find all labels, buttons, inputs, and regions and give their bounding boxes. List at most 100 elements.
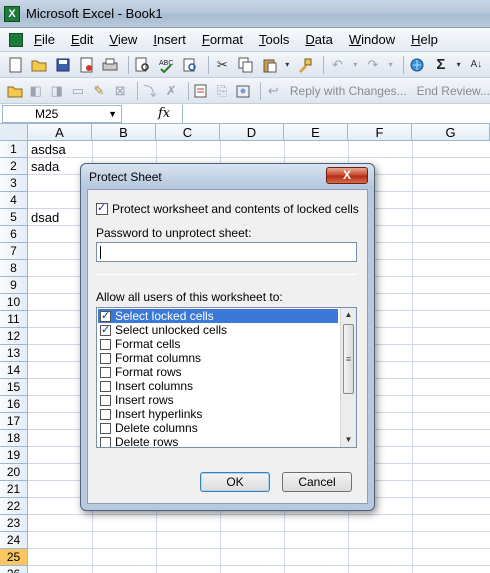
column-header-d[interactable]: D [220,124,284,141]
row-header-19[interactable]: 19 [0,447,28,464]
cancel-button[interactable]: Cancel [282,472,352,492]
track-changes-icon[interactable]: ⤵ [142,81,159,101]
permission-item[interactable]: Select locked cells [98,309,338,323]
shared-workbook-icon[interactable] [235,81,252,101]
send-icon[interactable]: ⎘ [214,81,231,101]
reply-changes-icon[interactable]: ↩ [265,81,282,101]
row-header-17[interactable]: 17 [0,413,28,430]
row-header-13[interactable]: 13 [0,345,28,362]
reply-with-changes-button[interactable]: Reply with Changes... [290,84,407,98]
row-header-22[interactable]: 22 [0,498,28,515]
row-header-24[interactable]: 24 [0,532,28,549]
formula-input[interactable] [182,104,490,123]
hyperlink-icon[interactable] [408,55,428,75]
dialog-title-bar[interactable]: Protect Sheet X [81,164,374,188]
checkbox-checked-icon[interactable] [96,201,108,215]
paste-dropdown-icon[interactable]: ▾ [283,55,291,75]
format-painter-icon[interactable] [295,55,315,75]
print-icon[interactable] [100,55,120,75]
sort-ascending-icon[interactable]: A↓ [467,55,487,75]
menu-insert[interactable]: Insert [145,29,194,51]
permission-icon[interactable] [77,55,97,75]
row-header-10[interactable]: 10 [0,294,28,311]
row-header-15[interactable]: 15 [0,379,28,396]
checkbox-checked-icon[interactable] [100,323,111,337]
open-icon[interactable] [30,55,50,75]
redo-dropdown-icon[interactable]: ▾ [387,55,395,75]
menu-help[interactable]: Help [403,29,446,51]
cell-a5[interactable]: dsad [31,209,59,226]
permission-item[interactable]: Insert columns [98,379,338,393]
column-header-b[interactable]: B [92,124,156,141]
undo-dropdown-icon[interactable]: ▾ [351,55,359,75]
checkbox-icon[interactable] [100,408,111,420]
menu-tools[interactable]: Tools [251,29,297,51]
spelling-icon[interactable]: ABC [156,55,176,75]
checkbox-icon[interactable] [100,352,111,364]
column-header-f[interactable]: F [348,124,412,141]
protect-icon[interactable] [193,81,210,101]
research-icon[interactable] [180,55,200,75]
row-header-2[interactable]: 2 [0,158,28,175]
scrollbar[interactable]: ▲ ≡ ▼ [340,308,356,447]
permission-item[interactable]: Delete rows [98,435,338,447]
column-header-g[interactable]: G [412,124,490,141]
cell-a1[interactable]: asdsa [31,141,66,158]
scroll-down-icon[interactable]: ▼ [341,433,356,447]
ok-button[interactable]: OK [200,472,270,492]
checkbox-icon[interactable] [100,436,111,447]
next-comment-icon[interactable]: ◨ [48,81,65,101]
save-icon[interactable] [53,55,73,75]
edit-comment-icon[interactable]: ✎ [90,81,107,101]
checkbox-icon[interactable] [100,366,111,378]
checkbox-icon[interactable] [100,422,111,434]
menu-view[interactable]: View [101,29,145,51]
fx-icon[interactable]: fx [158,106,170,121]
new-icon[interactable] [6,55,26,75]
name-box[interactable]: M25 ▼ [2,104,122,123]
row-header-16[interactable]: 16 [0,396,28,413]
autosum-icon[interactable]: Σ [431,55,451,75]
row-header-23[interactable]: 23 [0,515,28,532]
checkbox-checked-icon[interactable] [100,309,111,323]
row-header-9[interactable]: 9 [0,277,28,294]
row-header-26[interactable]: 26 [0,566,28,573]
column-header-a[interactable]: A [28,124,92,141]
permission-item[interactable]: Insert hyperlinks [98,407,338,421]
paste-icon[interactable] [260,55,280,75]
row-header-12[interactable]: 12 [0,328,28,345]
autosum-dropdown-icon[interactable]: ▾ [455,55,463,75]
permissions-list[interactable]: Select locked cellsSelect unlocked cells… [96,307,357,448]
protect-worksheet-checkbox[interactable]: Protect worksheet and contents of locked… [96,201,359,216]
checkbox-icon[interactable] [100,338,111,350]
show-comment-icon[interactable]: ▭ [69,81,86,101]
menu-edit[interactable]: Edit [63,29,101,51]
row-header-6[interactable]: 6 [0,226,28,243]
scroll-up-icon[interactable]: ▲ [341,308,356,322]
document-icon[interactable] [6,30,26,50]
password-field[interactable] [96,242,357,262]
permission-item[interactable]: Insert rows [98,393,338,407]
folder-icon[interactable] [6,81,23,101]
undo-icon[interactable]: ↶ [328,55,348,75]
redo-icon[interactable]: ↷ [363,55,383,75]
delete-comment-icon[interactable]: ⊠ [112,81,129,101]
permission-item[interactable]: Format cells [98,337,338,351]
scroll-thumb[interactable]: ≡ [343,324,354,394]
cell-a2[interactable]: sada [31,158,59,175]
row-header-7[interactable]: 7 [0,243,28,260]
row-header-18[interactable]: 18 [0,430,28,447]
row-header-5[interactable]: 5 [0,209,28,226]
row-header-4[interactable]: 4 [0,192,28,209]
row-header-14[interactable]: 14 [0,362,28,379]
row-header-3[interactable]: 3 [0,175,28,192]
permission-item[interactable]: Select unlocked cells [98,323,338,337]
permission-item[interactable]: Delete columns [98,421,338,435]
checkbox-icon[interactable] [100,394,111,406]
menu-file[interactable]: File [26,29,63,51]
chevron-down-icon[interactable]: ▼ [108,109,117,119]
row-header-25[interactable]: 25 [0,549,28,566]
row-header-8[interactable]: 8 [0,260,28,277]
column-header-e[interactable]: E [284,124,348,141]
print-preview-icon[interactable] [133,55,153,75]
